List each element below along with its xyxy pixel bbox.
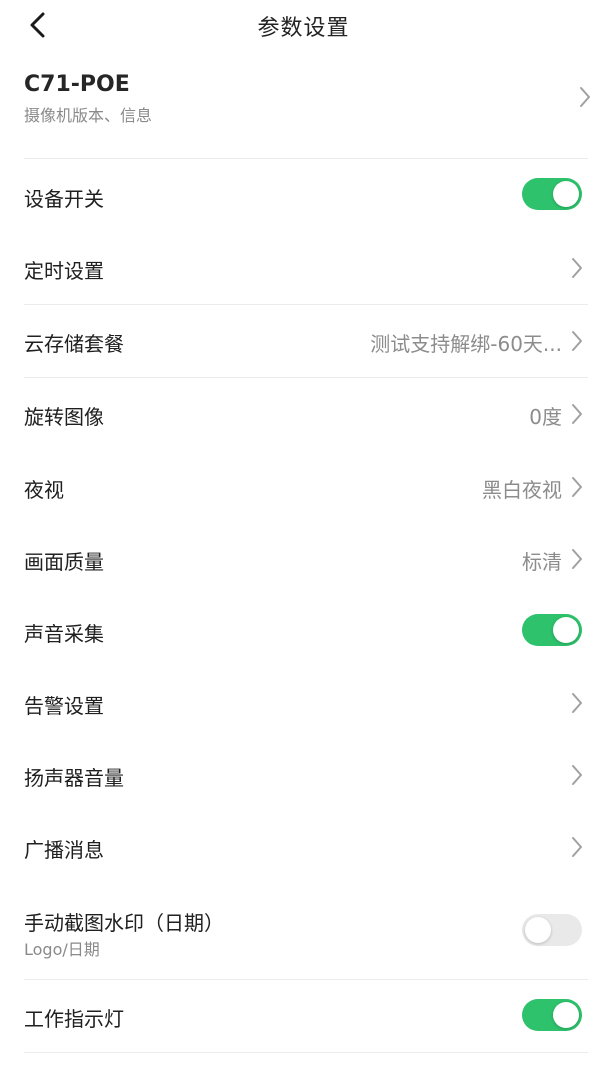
setting-row-image-quality[interactable]: 画面质量 标清 [24, 523, 588, 595]
setting-row-broadcast[interactable]: 广播消息 [24, 811, 588, 883]
work-light-toggle[interactable] [522, 999, 582, 1031]
chevron-right-icon [572, 331, 582, 351]
schedule-label: 定时设置 [24, 259, 104, 283]
alarm-settings-label: 告警设置 [24, 694, 104, 718]
chevron-right-icon [572, 837, 582, 857]
broadcast-label: 广播消息 [24, 838, 104, 862]
cloud-storage-value: 测试支持解绑-60天... [370, 332, 562, 356]
work-light-label: 工作指示灯 [24, 1007, 124, 1031]
setting-row-alarm[interactable]: 告警设置 [24, 667, 588, 739]
cloud-storage-label: 云存储套餐 [24, 332, 124, 356]
toggle-knob [525, 917, 551, 943]
device-info-row[interactable]: C71-POE 摄像机版本、信息 [24, 68, 590, 159]
device-switch-label: 设备开关 [24, 187, 104, 211]
setting-row-audio-capture: 声音采集 [24, 595, 588, 667]
setting-row-rotate-image[interactable]: 旋转图像 0度 [24, 378, 588, 450]
audio-capture-toggle[interactable] [522, 614, 582, 646]
night-vision-value: 黑白夜视 [482, 478, 562, 502]
screenshot-watermark-toggle[interactable] [522, 914, 582, 946]
setting-row-cloud-storage[interactable]: 云存储套餐 测试支持解绑-60天... [24, 305, 588, 378]
chevron-right-icon [572, 404, 582, 424]
toggle-knob [553, 1002, 579, 1028]
chevron-right-icon [572, 477, 582, 497]
setting-row-device-switch: 设备开关 [24, 160, 588, 232]
chevron-right-icon [572, 258, 582, 278]
chevron-right-icon [572, 693, 582, 713]
chevron-right-icon [580, 87, 590, 107]
setting-row-schedule[interactable]: 定时设置 [24, 232, 588, 305]
device-subtitle: 摄像机版本、信息 [24, 106, 153, 125]
chevron-right-icon [572, 765, 582, 785]
setting-row-screenshot-watermark: 手动截图水印（日期） Logo/日期 [24, 883, 588, 980]
toggle-knob [553, 617, 579, 643]
toggle-knob [553, 181, 579, 207]
chevron-right-icon [572, 549, 582, 569]
rotate-image-value: 0度 [529, 405, 562, 429]
device-switch-toggle[interactable] [522, 178, 582, 210]
page-title: 参数设置 [257, 16, 350, 41]
image-quality-value: 标清 [522, 550, 562, 574]
audio-capture-label: 声音采集 [24, 622, 104, 646]
setting-row-work-light: 工作指示灯 [24, 980, 588, 1053]
screenshot-watermark-subtitle: Logo/日期 [24, 940, 100, 959]
setting-row-night-vision[interactable]: 夜视 黑白夜视 [24, 451, 588, 523]
setting-row-speaker-volume[interactable]: 扬声器音量 [24, 739, 588, 811]
image-quality-label: 画面质量 [24, 550, 104, 574]
speaker-volume-label: 扬声器音量 [24, 766, 124, 790]
screenshot-watermark-label: 手动截图水印（日期） [24, 911, 224, 935]
rotate-image-label: 旋转图像 [24, 405, 104, 429]
device-name: C71-POE [24, 72, 130, 97]
night-vision-label: 夜视 [24, 478, 64, 502]
nav-bar: 参数设置 [0, 0, 607, 50]
